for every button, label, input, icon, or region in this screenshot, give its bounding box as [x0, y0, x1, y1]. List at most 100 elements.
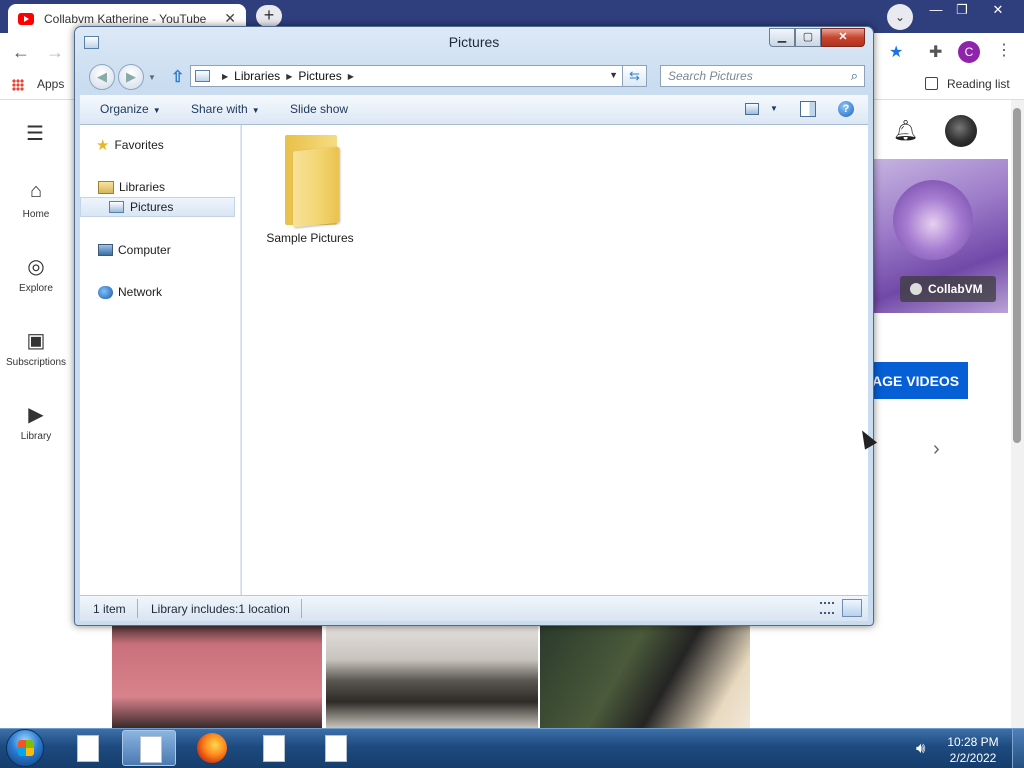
network-icon: [98, 285, 113, 299]
address-bar[interactable]: ▶ Libraries ▶ Pictures ▶ ▼: [190, 65, 623, 87]
firefox-icon: [197, 733, 227, 763]
search-input[interactable]: Search Pictures ⌕: [660, 65, 865, 87]
nav-favorites[interactable]: ★ Favorites: [80, 135, 240, 155]
volume-speaker-icon[interactable]: 🔊︎: [916, 740, 925, 757]
taskbar-app-document[interactable]: [308, 730, 362, 766]
apps-bookmark[interactable]: Apps: [37, 77, 64, 91]
breadcrumb-separator-icon[interactable]: ▶: [222, 72, 228, 81]
reading-list-button[interactable]: Reading list: [947, 77, 1010, 91]
clock-date[interactable]: 2/2/2022: [944, 751, 1002, 765]
refresh-button[interactable]: ⇆: [623, 65, 647, 87]
folder-label: Sample Pictures: [266, 231, 354, 245]
large-icons-view-icon[interactable]: [842, 599, 862, 617]
window-title: Pictures: [448, 34, 500, 50]
back-arrow-icon[interactable]: ←: [12, 42, 30, 63]
new-tab-button[interactable]: +: [256, 5, 282, 27]
window-titlebar[interactable]: Pictures ▁ ▢ ✕: [75, 27, 873, 57]
share-with-label: Share with: [191, 102, 248, 116]
notifications-bell-icon[interactable]: 🔔︎: [893, 118, 918, 143]
status-divider: [301, 599, 302, 618]
taskbar-app-explorer[interactable]: [122, 730, 176, 766]
breadcrumb-libraries[interactable]: Libraries: [234, 69, 280, 83]
windows-logo-icon: [18, 740, 34, 756]
recent-pages-dropdown-icon[interactable]: ▼: [148, 73, 156, 82]
menu-kebab-icon[interactable]: ⋮: [996, 40, 1012, 60]
library-locations-link[interactable]: Library includes:1 location: [151, 602, 290, 616]
breadcrumb-separator-icon[interactable]: ▶: [286, 72, 292, 81]
apps-grid-icon[interactable]: [12, 79, 24, 91]
breadcrumb-pictures[interactable]: Pictures: [298, 69, 341, 83]
manage-videos-button[interactable]: AGE VIDEOS: [868, 362, 968, 399]
nav-computer[interactable]: Computer: [80, 240, 240, 260]
reading-list-icon[interactable]: [925, 77, 938, 90]
nav-network-label: Network: [118, 285, 163, 299]
minimize-button[interactable]: ▁: [769, 28, 795, 47]
search-icon[interactable]: ⌕: [851, 68, 858, 84]
dropdown-arrow-icon: ▼: [152, 106, 161, 115]
document-icon: [263, 735, 285, 762]
taskbar-app-document[interactable]: [60, 730, 114, 766]
organize-button[interactable]: Organize ▼: [100, 102, 161, 116]
address-dropdown-icon[interactable]: ▼: [609, 70, 618, 80]
hamburger-menu-icon[interactable]: ☰: [26, 121, 44, 146]
up-arrow-icon[interactable]: ⇧: [171, 67, 184, 87]
video-thumbnail[interactable]: [112, 623, 322, 728]
yt-nav-library[interactable]: ▶ Library: [0, 402, 72, 442]
nav-pictures[interactable]: Pictures: [80, 197, 235, 217]
nav-libraries[interactable]: Libraries: [80, 177, 240, 197]
computer-icon: [98, 244, 113, 256]
nav-pictures-label: Pictures: [130, 200, 174, 214]
close-button[interactable]: ✕: [821, 28, 865, 47]
profile-avatar[interactable]: C: [958, 41, 980, 63]
view-options-dropdown-icon[interactable]: ▼: [770, 104, 778, 113]
file-list[interactable]: Sample Pictures: [242, 125, 868, 595]
preview-pane-icon[interactable]: [800, 101, 816, 117]
clock-time[interactable]: 10:28 PM: [944, 735, 1002, 749]
folder-icon: [281, 131, 339, 228]
forward-arrow-icon[interactable]: →: [46, 42, 64, 63]
explorer-window: Pictures ▁ ▢ ✕ ◀ ▶ ▼ ⇧ ▶ Libraries ▶ Pic…: [74, 26, 874, 626]
yt-nav-label: Explore: [19, 283, 53, 294]
maximize-button[interactable]: ▢: [795, 28, 821, 47]
tab-close-icon[interactable]: ✕: [224, 10, 236, 27]
back-button[interactable]: ◀: [89, 64, 115, 90]
tab-search-icon[interactable]: ⌄: [887, 4, 913, 30]
extensions-icon[interactable]: ✚: [929, 42, 942, 62]
change-view-icon[interactable]: [745, 103, 759, 115]
yt-nav-home[interactable]: ⌂ Home: [0, 180, 72, 220]
forward-button[interactable]: ▶: [118, 64, 144, 90]
nav-favorites-label: Favorites: [114, 138, 164, 152]
slide-show-button[interactable]: Slide show: [290, 102, 348, 116]
yt-nav-label: Library: [20, 431, 52, 442]
browser-restore-icon[interactable]: ❐: [946, 0, 978, 22]
page-scrollbar-thumb[interactable]: [1013, 108, 1021, 443]
navigation-pane: ★ Favorites Libraries Pictures Computer …: [80, 125, 241, 595]
pictures-library-icon: [195, 70, 210, 82]
browser-close-icon[interactable]: ✕: [982, 0, 1014, 22]
bookmark-star-icon[interactable]: ★: [889, 42, 903, 62]
start-button[interactable]: [6, 729, 44, 767]
breadcrumb-separator-icon[interactable]: ▶: [348, 72, 354, 81]
folder-item-sample-pictures[interactable]: Sample Pictures: [260, 131, 360, 245]
help-icon[interactable]: ?: [838, 101, 854, 117]
taskbar-app-firefox[interactable]: [184, 730, 238, 766]
organize-label: Organize: [100, 102, 149, 116]
yt-nav-subscriptions[interactable]: ▣ Subscriptions: [0, 328, 72, 368]
share-with-button[interactable]: Share with ▼: [191, 102, 260, 116]
compass-icon: ◎: [27, 256, 45, 278]
show-desktop-button[interactable]: [1012, 729, 1024, 768]
channel-avatar[interactable]: [945, 115, 977, 147]
chevron-right-icon[interactable]: ›: [933, 438, 940, 461]
home-icon: ⌂: [29, 180, 43, 202]
star-icon: ★: [96, 137, 110, 154]
command-bar: Organize ▼ Share with ▼ Slide show ▼ ?: [80, 95, 868, 125]
channel-badge: CollabVM: [900, 276, 996, 302]
video-thumbnail[interactable]: [540, 623, 750, 728]
video-thumbnail[interactable]: [326, 623, 538, 728]
taskbar-app-document[interactable]: [246, 730, 300, 766]
details-view-icon[interactable]: [820, 602, 834, 614]
nav-network[interactable]: Network: [80, 282, 240, 302]
dropdown-arrow-icon: ▼: [251, 106, 260, 115]
yt-nav-explore[interactable]: ◎ Explore: [0, 254, 72, 294]
youtube-favicon-icon: [18, 12, 34, 25]
